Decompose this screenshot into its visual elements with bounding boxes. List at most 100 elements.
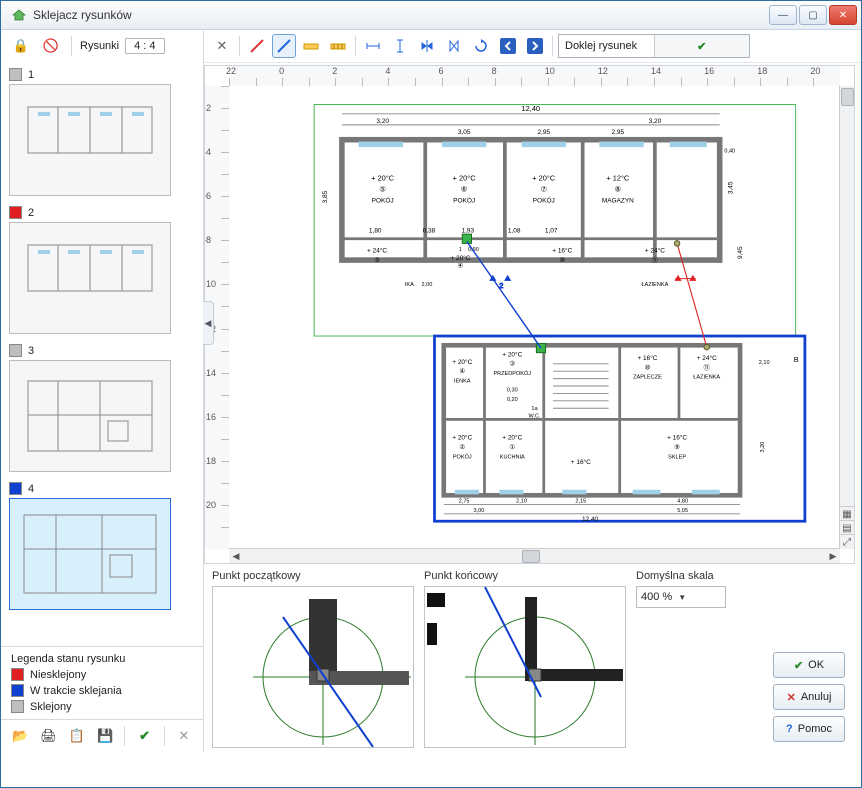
maximize-button[interactable]: ▢ xyxy=(799,5,827,25)
layers-icon[interactable]: ▤ xyxy=(840,520,854,535)
left-panel: 🔒 🚫 Rysunki 4 : 4 1 2 3 xyxy=(1,30,204,752)
dim-v-icon[interactable] xyxy=(388,34,412,58)
svg-text:⑨: ⑨ xyxy=(674,444,680,451)
help-button[interactable]: ?Pomoc xyxy=(773,716,845,742)
scrollbar-horizontal[interactable]: ◀ ▶ xyxy=(229,548,840,563)
scroll-left-icon[interactable]: ◀ xyxy=(229,549,243,563)
svg-text:+ 16°C: + 16°C xyxy=(637,354,657,362)
scale-value: 400 % xyxy=(641,591,672,603)
svg-text:+ 20°C: + 20°C xyxy=(450,254,470,262)
svg-text:2,95: 2,95 xyxy=(537,129,550,136)
svg-text:+ 24°C: + 24°C xyxy=(697,354,717,362)
save-icon[interactable]: 💾 xyxy=(94,724,116,748)
drawings-counter: 4 : 4 xyxy=(125,38,164,54)
svg-text:KUCHNIA: KUCHNIA xyxy=(500,454,525,460)
svg-text:3,20: 3,20 xyxy=(376,118,389,125)
rotate-icon[interactable] xyxy=(469,34,493,58)
thumb-2[interactable]: 2 xyxy=(9,206,195,334)
svg-text:IKA: IKA xyxy=(405,282,414,288)
mirror-icon[interactable] xyxy=(442,34,466,58)
thumb-label: 2 xyxy=(28,207,34,219)
svg-text:①: ① xyxy=(509,444,515,451)
thumb-3[interactable]: 3 xyxy=(9,344,195,472)
end-point-view[interactable] xyxy=(424,586,626,748)
nav-next-icon[interactable] xyxy=(523,34,547,58)
ruler-icon[interactable] xyxy=(326,34,350,58)
scale-select[interactable]: 400 % ▼ xyxy=(636,586,726,608)
unlock-icon[interactable]: 🚫 xyxy=(39,34,63,58)
level-icon[interactable] xyxy=(299,34,323,58)
open-icon[interactable]: 📂 xyxy=(9,724,31,748)
legend-swatch-blue xyxy=(11,684,24,697)
minimize-button[interactable]: — xyxy=(769,5,797,25)
svg-text:1,93: 1,93 xyxy=(462,227,475,234)
thumb-image xyxy=(9,498,171,610)
line-red-icon[interactable] xyxy=(245,34,269,58)
scroll-thumb[interactable] xyxy=(841,88,854,106)
svg-text:+ 16°C: + 16°C xyxy=(571,458,591,466)
cancel-button[interactable]: ✕Anuluj xyxy=(773,684,845,710)
canvas-area: 2202468101214161820 -2-4-6-8-10-12-14-16… xyxy=(204,65,855,564)
thumb-image xyxy=(9,84,171,196)
svg-text:0,30: 0,30 xyxy=(507,388,518,394)
svg-text:+ 16°C: + 16°C xyxy=(667,434,687,442)
svg-text:⑦: ⑦ xyxy=(540,185,547,194)
window-title: Sklejacz rysunków xyxy=(33,8,769,22)
svg-text:9,45: 9,45 xyxy=(737,246,744,259)
flip-h-icon[interactable] xyxy=(415,34,439,58)
svg-text:+ 20°C: + 20°C xyxy=(453,173,477,182)
status-swatch xyxy=(9,344,22,357)
svg-text:POKÓJ: POKÓJ xyxy=(453,453,472,460)
scrollbar-vertical[interactable] xyxy=(839,86,854,549)
status-swatch xyxy=(9,206,22,219)
chevron-down-icon: ▼ xyxy=(678,593,686,602)
copy-icon[interactable]: 📋 xyxy=(66,724,88,748)
svg-text:⑪: ⑪ xyxy=(652,256,659,264)
close-button[interactable]: ✕ xyxy=(829,5,857,25)
grid-icon[interactable]: ▦ xyxy=(840,506,854,521)
nav-prev-icon[interactable] xyxy=(496,34,520,58)
svg-text:3,45: 3,45 xyxy=(728,181,735,194)
svg-text:12,40: 12,40 xyxy=(582,516,599,523)
svg-text:2,75: 2,75 xyxy=(459,499,470,505)
legend-swatch-red xyxy=(11,668,24,681)
zoom-fit-icon[interactable]: ⤢ xyxy=(840,534,854,549)
collapse-handle[interactable]: ◀ xyxy=(203,301,214,345)
command-field[interactable]: Doklej rysunek ✔ xyxy=(558,34,750,58)
svg-text:+ 20°C: + 20°C xyxy=(502,350,522,358)
thumb-image xyxy=(9,360,171,472)
svg-text:B: B xyxy=(794,355,799,364)
svg-text:3,20: 3,20 xyxy=(760,442,766,453)
svg-text:③: ③ xyxy=(509,361,515,368)
scroll-right-icon[interactable]: ▶ xyxy=(826,549,840,563)
command-go-icon[interactable]: ✔ xyxy=(654,35,750,57)
thumb-4[interactable]: 4 xyxy=(9,482,195,610)
legend-label: Sklejony xyxy=(30,701,72,713)
legend: Legenda stanu rysunku Niesklejony W trak… xyxy=(1,646,203,719)
svg-text:1a: 1a xyxy=(531,406,538,412)
print-icon[interactable]: 🖨 xyxy=(37,724,59,748)
lock-icon[interactable]: 🔒 xyxy=(9,34,33,58)
start-point-view[interactable] xyxy=(212,586,414,748)
svg-text:⑩: ⑩ xyxy=(645,364,651,371)
drawings-label: Rysunki xyxy=(80,40,119,52)
svg-text:⑥: ⑥ xyxy=(461,185,468,194)
svg-text:2,10: 2,10 xyxy=(759,360,770,366)
drawing-canvas[interactable]: + 20°C ⑤ POKÓJ + 20°C ⑥ POKÓJ + 20°C ⑦ P… xyxy=(229,86,840,549)
thumb-1[interactable]: 1 xyxy=(9,68,195,196)
svg-text:③: ③ xyxy=(374,257,380,264)
line-blue-icon[interactable] xyxy=(272,34,296,58)
svg-text:+ 20°C: + 20°C xyxy=(532,173,556,182)
dim-h-icon[interactable] xyxy=(361,34,385,58)
svg-text:ŁAZIENKA: ŁAZIENKA xyxy=(641,282,668,288)
svg-text:⑩: ⑩ xyxy=(559,257,565,264)
scroll-thumb[interactable] xyxy=(522,550,540,563)
svg-text:④: ④ xyxy=(459,368,465,375)
svg-text:+ 20°C: + 20°C xyxy=(371,173,395,182)
svg-text:3,20: 3,20 xyxy=(649,118,662,125)
svg-text:SKLEP: SKLEP xyxy=(668,454,686,460)
accept-icon[interactable]: ✔ xyxy=(133,724,155,748)
ok-button[interactable]: ✔OK xyxy=(773,652,845,678)
delete-icon[interactable]: ✕ xyxy=(173,724,195,748)
cancel-tool-icon[interactable]: ✕ xyxy=(210,34,234,58)
